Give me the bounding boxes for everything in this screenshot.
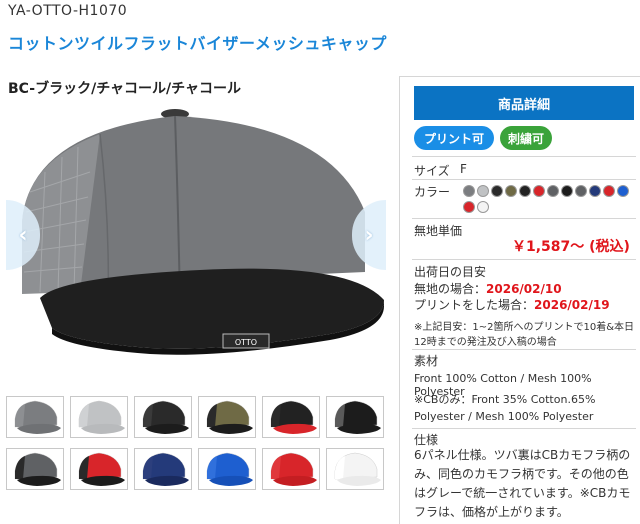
spec-text: 6パネル仕様。ツバ裏はCBカモフラ柄のみ、同色のカモフラ柄です。その他の色はグレ… — [414, 448, 631, 519]
cap-thumbnail-icon — [78, 452, 125, 486]
cap-thumbnail-icon — [270, 452, 317, 486]
product-title: コットンツイルフラットバイザーメッシュキャップ — [8, 34, 387, 53]
thumbnail-7[interactable] — [6, 448, 64, 490]
color-swatch-5[interactable] — [519, 185, 531, 197]
cap-thumbnail-icon — [14, 400, 61, 434]
size-value: F — [460, 162, 467, 176]
variant-name: BC-ブラック/チャコール/チャコール — [8, 81, 242, 97]
material-line-2: ※CBのみ：Front 35% Cotton.65% — [414, 393, 596, 406]
material-line-3: Polyester / Mesh 100% Polyester — [414, 410, 594, 423]
color-swatch-8[interactable] — [561, 185, 573, 197]
thumbnail-10[interactable] — [198, 448, 256, 490]
color-swatch-14[interactable] — [477, 201, 489, 213]
divider — [412, 179, 636, 180]
thumbnail-3[interactable] — [134, 396, 192, 438]
color-swatch-7[interactable] — [547, 185, 559, 197]
cap-thumbnail-icon — [78, 400, 125, 434]
color-swatch-10[interactable] — [589, 185, 601, 197]
thumbnail-6[interactable] — [326, 396, 384, 438]
color-swatch-9[interactable] — [575, 185, 587, 197]
thumbnail-12[interactable] — [326, 448, 384, 490]
print-available-badge: プリント可 — [414, 126, 494, 150]
price-label: 無地単価 — [414, 224, 463, 238]
divider — [412, 259, 636, 260]
thumbnail-5[interactable] — [262, 396, 320, 438]
color-swatch-4[interactable] — [505, 185, 517, 197]
ship-plain-date: 2026/02/10 — [486, 282, 562, 296]
thumbnail-4[interactable] — [198, 396, 256, 438]
product-sku: YA-OTTO-H1070 — [8, 3, 128, 19]
product-details-button[interactable]: 商品詳細 — [414, 86, 634, 120]
cap-thumbnail-icon — [334, 452, 381, 486]
ship-plain-row: 無地の場合：2026/02/10 — [414, 280, 562, 297]
cap-thumbnail-icon — [142, 452, 189, 486]
color-swatch-13[interactable] — [463, 201, 475, 213]
thumbnail-2[interactable] — [70, 396, 128, 438]
cap-thumbnail-icon — [270, 400, 317, 434]
color-swatch-1[interactable] — [463, 185, 475, 197]
cap-thumbnail-icon — [206, 452, 253, 486]
color-label: カラー — [414, 185, 451, 199]
color-swatch-3[interactable] — [491, 185, 503, 197]
ship-print-row: プリントをした場合：2026/02/19 — [414, 296, 610, 313]
divider — [412, 156, 636, 157]
material-heading: 素材 — [414, 354, 439, 368]
thumbnail-8[interactable] — [70, 448, 128, 490]
divider — [412, 218, 636, 219]
chevron-right-icon: › — [364, 222, 374, 248]
cap-illustration: OTTO — [22, 109, 384, 355]
cap-thumbnail-icon — [206, 400, 253, 434]
chevron-left-icon: ‹ — [18, 222, 28, 248]
color-swatch-6[interactable] — [533, 185, 545, 197]
divider — [412, 428, 636, 429]
ship-plain-label: 無地の場合： — [414, 282, 487, 296]
cap-thumbnail-icon — [334, 400, 381, 434]
color-swatch-12[interactable] — [617, 185, 629, 197]
main-product-image: OTTO — [0, 102, 395, 380]
ship-print-label: プリントをした場合： — [414, 298, 535, 312]
thumbnail-1[interactable] — [6, 396, 64, 438]
size-label: サイズ — [414, 164, 450, 178]
cap-tag-text: OTTO — [235, 338, 257, 347]
ship-note: ※上記目安：1~2箇所へのプリントで10着&本日12時までの発注及び入稿の場合 — [414, 322, 635, 348]
thumbnail-11[interactable] — [262, 448, 320, 490]
divider — [412, 349, 636, 350]
ship-print-date: 2026/02/19 — [534, 298, 610, 312]
thumbnail-9[interactable] — [134, 448, 192, 490]
color-swatch-2[interactable] — [477, 185, 489, 197]
embroidery-available-badge: 刺繍可 — [500, 126, 552, 150]
color-swatch-11[interactable] — [603, 185, 615, 197]
price-value: ￥1,587～ (税込) — [512, 239, 630, 255]
cap-thumbnail-icon — [142, 400, 189, 434]
ship-heading: 出荷日の目安 — [414, 265, 487, 279]
cap-thumbnail-icon — [14, 452, 61, 486]
